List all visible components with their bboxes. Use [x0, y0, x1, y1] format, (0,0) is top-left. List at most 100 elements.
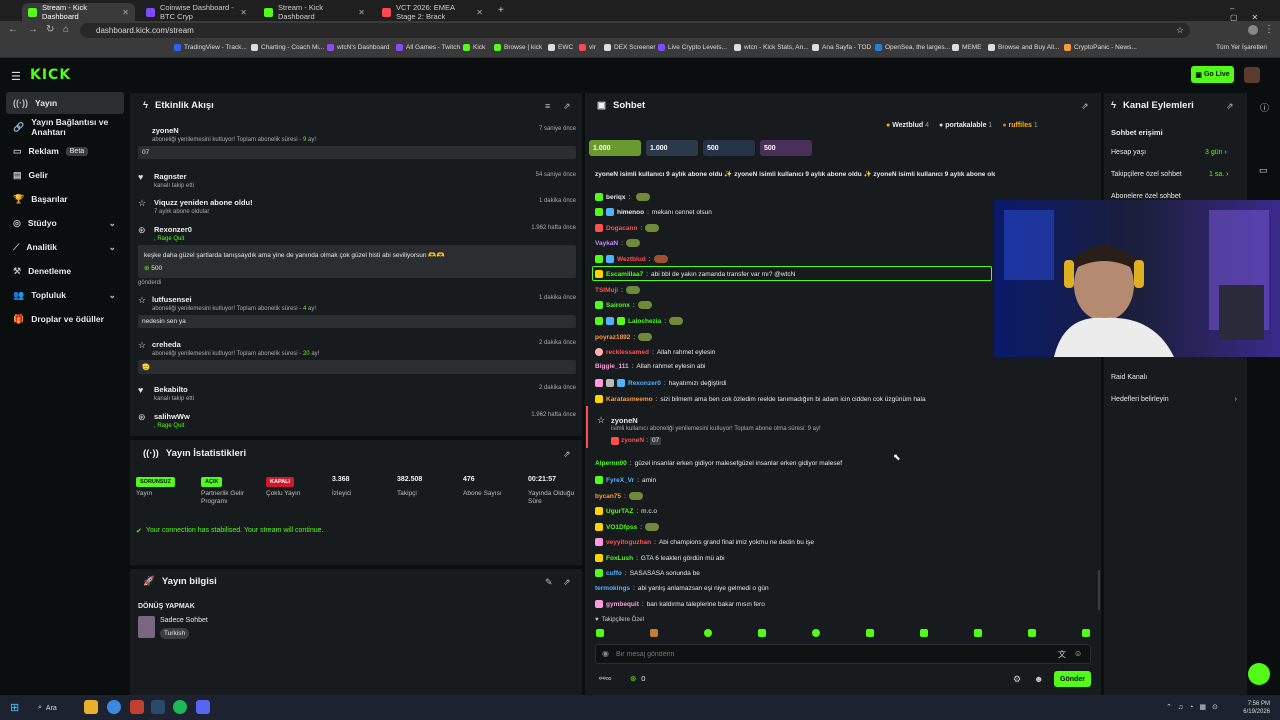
spotify-icon[interactable]: [173, 700, 187, 714]
bookmark[interactable]: wtcn - Kick Stats, An...: [734, 44, 809, 51]
close-tab-icon[interactable]: ✕: [476, 8, 483, 17]
emote-button[interactable]: [704, 629, 712, 637]
bookmark[interactable]: EWC: [548, 44, 573, 51]
emoji-icon[interactable]: ☺: [1074, 649, 1082, 658]
gift-chip[interactable]: 500: [703, 140, 755, 156]
emote-button[interactable]: [758, 629, 766, 637]
send-button[interactable]: Gönder: [1054, 671, 1091, 687]
kick-logo[interactable]: KICK: [30, 67, 71, 83]
bookmark[interactable]: Ana Sayfa - TOD: [812, 44, 871, 51]
bookmark-star-icon[interactable]: ☆: [1176, 25, 1184, 36]
profile-avatar[interactable]: [1248, 25, 1258, 35]
app-icon[interactable]: [130, 700, 144, 714]
reply-icon[interactable]: ◉: [602, 649, 609, 658]
popout-icon[interactable]: ⇗: [563, 577, 571, 588]
kick-chat-bubble-icon[interactable]: [1248, 663, 1270, 685]
people-icon[interactable]: ☻: [1034, 674, 1043, 684]
bookmark[interactable]: Browse and Buy All...: [988, 44, 1059, 51]
account-age-value[interactable]: 3 gün ›: [1205, 149, 1227, 156]
taskbar-clock[interactable]: 7:56 PM 6/19/2026: [1240, 700, 1270, 716]
emote-button[interactable]: [974, 629, 982, 637]
browser-tab[interactable]: Stream - Kick Dashboard ✕: [22, 3, 135, 21]
windows-start-icon[interactable]: ⊞: [10, 701, 19, 714]
gift-chip[interactable]: 1.000: [646, 140, 698, 156]
bookmark[interactable]: wtcN's Dashboard: [327, 44, 390, 51]
filter-icon[interactable]: ≡: [545, 101, 550, 111]
account-age-row[interactable]: Hesap yaşı: [1111, 149, 1146, 156]
followers-only-row[interactable]: Takipçilere özel sohbet: [1111, 171, 1182, 178]
gift-chip[interactable]: 500: [760, 140, 812, 156]
emote-button[interactable]: [1082, 629, 1090, 637]
chat-rail-icon[interactable]: ▭: [1259, 165, 1268, 176]
chat-scrollbar[interactable]: [1098, 570, 1100, 610]
info-icon[interactable]: ⓘ: [1260, 101, 1269, 114]
user-avatar[interactable]: [1244, 67, 1260, 83]
emote-button[interactable]: [812, 629, 820, 637]
discord-icon[interactable]: [196, 700, 210, 714]
bookmark[interactable]: All Games - Twitch: [396, 44, 460, 51]
sidebar-item-yayin[interactable]: ((·)) Yayın: [6, 92, 124, 114]
url-field[interactable]: dashboard.kick.com/stream: [80, 23, 1190, 38]
close-tab-icon[interactable]: ✕: [122, 8, 129, 17]
emote-button[interactable]: [866, 629, 874, 637]
bookmark[interactable]: OpenSea, the larges...: [875, 44, 950, 51]
window-controls[interactable]: –▢✕: [1230, 4, 1280, 22]
emote-button[interactable]: [1028, 629, 1036, 637]
subscribers-only-row[interactable]: Abonelere özel sohbet: [1111, 193, 1181, 200]
menu-icon[interactable]: ⋮: [1264, 24, 1274, 35]
bookmark[interactable]: DEX Screener: [604, 44, 656, 51]
popout-icon[interactable]: ⇗: [563, 449, 571, 460]
hamburger-menu-icon[interactable]: ☰: [11, 70, 21, 83]
browser-tab[interactable]: Stream - Kick Dashboard ✕: [258, 3, 371, 21]
popout-icon[interactable]: ⇗: [1226, 101, 1234, 112]
set-goals-row[interactable]: Hedefleri belirleyin ›: [1111, 396, 1237, 403]
forward-icon[interactable]: →: [28, 24, 38, 35]
steam-icon[interactable]: [151, 700, 165, 714]
chrome-icon[interactable]: [107, 700, 121, 714]
sidebar-item-topluluk[interactable]: 👥 Topluluk ⌄: [6, 284, 124, 306]
file-explorer-icon[interactable]: [84, 700, 98, 714]
emote-button[interactable]: [596, 629, 604, 637]
chat-input[interactable]: [616, 647, 1036, 661]
sidebar-item-denetleme[interactable]: ⚒ Denetleme: [6, 260, 124, 282]
go-live-button[interactable]: ▣ Go Live: [1191, 66, 1234, 83]
popout-icon[interactable]: ⇗: [563, 101, 571, 112]
translate-icon[interactable]: 文: [1058, 649, 1066, 660]
bookmark[interactable]: Browse | kick: [494, 44, 542, 51]
bookmark[interactable]: TradingView - Track...: [174, 44, 247, 51]
emote-button[interactable]: [920, 629, 928, 637]
back-icon[interactable]: ←: [8, 24, 18, 35]
sidebar-item-studyo[interactable]: ◎ Stüdyo ⌄: [6, 212, 124, 234]
new-tab-icon[interactable]: +: [498, 5, 504, 16]
followers-only-value[interactable]: 1 sa. ›: [1209, 171, 1228, 178]
channel-points[interactable]: ⊛ 0: [630, 674, 645, 683]
taskbar-search[interactable]: ⌕ Ara: [38, 701, 78, 715]
all-bookmarks[interactable]: Tüm Yer İşaretleri: [1216, 44, 1267, 51]
bookmark[interactable]: Live Crypto Levels...: [658, 44, 727, 51]
sidebar-item-analitik[interactable]: ⟋ Analitik ⌄: [6, 236, 124, 258]
reload-icon[interactable]: ↻: [46, 24, 54, 35]
sub-event-user[interactable]: zyoneN: [611, 416, 638, 425]
close-tab-icon[interactable]: ✕: [358, 8, 365, 17]
emote-button[interactable]: [650, 629, 658, 637]
language-tag[interactable]: Turkish: [160, 628, 190, 639]
bookmark[interactable]: Charting - Coach Mi...: [251, 44, 324, 51]
close-tab-icon[interactable]: ✕: [240, 8, 247, 17]
gift-chip[interactable]: 1.000: [589, 140, 641, 156]
sidebar-item-basarilar[interactable]: 🏆 Başarılar: [6, 188, 124, 210]
sidebar-item-gelir[interactable]: ▤ Gelir: [6, 164, 124, 186]
browser-tab[interactable]: Coinwise Dashboard - BTC Cryp ✕: [140, 3, 253, 21]
bookmark[interactable]: vlr: [579, 44, 596, 51]
sidebar-item-droplar[interactable]: 🎁 Droplar ve ödüller: [6, 308, 124, 330]
popout-icon[interactable]: ⇗: [1081, 101, 1089, 112]
raid-channel-button[interactable]: Raid Kanalı: [1111, 374, 1147, 381]
home-icon[interactable]: ⌂: [63, 24, 69, 35]
system-tray-icons[interactable]: ⌃♫◔▦⊙: [1166, 703, 1224, 711]
bookmark[interactable]: Kick: [463, 44, 485, 51]
settings-gear-icon[interactable]: ⚙: [1013, 674, 1021, 685]
edit-icon[interactable]: ✎: [545, 577, 553, 588]
sidebar-item-stream-key[interactable]: 🔗 Yayın Bağlantısı ve Anahtarı: [6, 116, 124, 138]
link-chain-icon[interactable]: ⚯∞: [599, 674, 611, 683]
browser-tab[interactable]: VCT 2026: EMEA Stage 2: Brack ✕: [376, 3, 489, 21]
bookmark[interactable]: MEME: [952, 44, 982, 51]
